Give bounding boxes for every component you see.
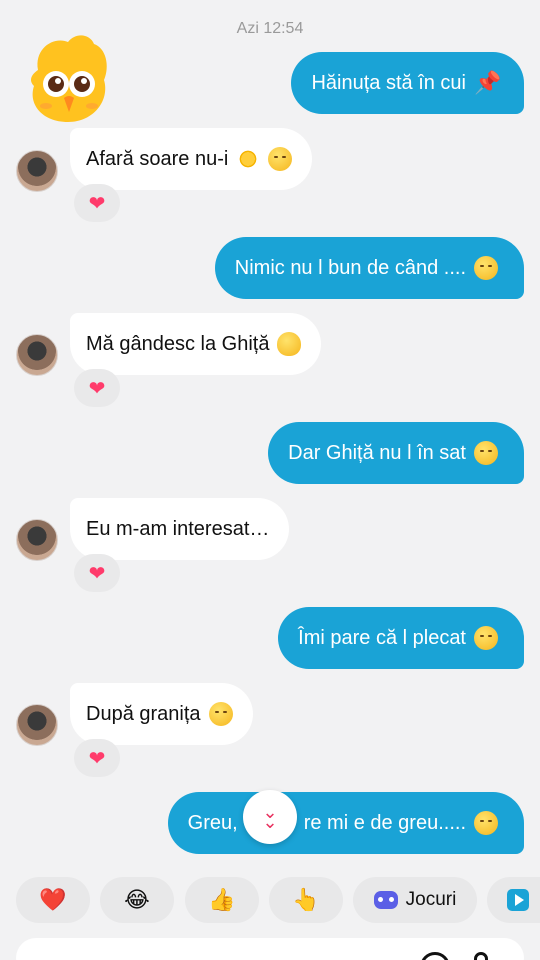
message-bubble-outgoing[interactable]: Nimic nu l bun de când .... xyxy=(214,237,524,299)
message-bubble-incoming[interactable]: După granița xyxy=(70,683,253,745)
message-text: Dar Ghiță nu l în sat xyxy=(288,441,466,464)
games-label: Jocuri xyxy=(405,889,457,910)
message-text: Îmi pare că l plecat xyxy=(298,626,466,649)
mic-icon[interactable] xyxy=(474,952,488,960)
pointing-up-icon: 👆 xyxy=(292,887,320,912)
heart-icon: ❤️ xyxy=(39,887,67,912)
message-bubble-outgoing[interactable]: Greu, re mi e de greu..... xyxy=(167,792,524,854)
message-text: După granița xyxy=(86,702,201,725)
avatar[interactable] xyxy=(16,150,58,192)
message-bubble-incoming[interactable]: Mă gândesc la Ghiță xyxy=(70,313,322,375)
message-bubble-outgoing[interactable]: Hăinuța stă în cui 📌 xyxy=(291,52,524,114)
quick-reply-heart[interactable]: ❤️ xyxy=(16,877,90,923)
heart-icon: ❤ xyxy=(88,747,106,770)
disappointed-face-icon xyxy=(208,702,233,726)
message-bubble-outgoing[interactable]: Îmi pare că l plecat xyxy=(278,607,524,669)
avatar[interactable] xyxy=(16,519,58,561)
heart-icon: ❤ xyxy=(88,562,106,585)
message-text: Greu, xyxy=(187,811,238,834)
quick-reply-pointing-up[interactable]: 👆 xyxy=(269,877,343,923)
sun-icon xyxy=(236,147,261,171)
hugging-face-icon xyxy=(277,332,302,356)
emoji-icon[interactable] xyxy=(420,952,450,960)
heart-reaction[interactable]: ❤ xyxy=(74,184,120,222)
heart-icon: ❤ xyxy=(88,377,106,400)
heart-reaction[interactable]: ❤ xyxy=(74,369,120,407)
laughing-face-icon: 😂 xyxy=(124,887,150,912)
message-text: Mă gândesc la Ghiță xyxy=(86,332,270,355)
scroll-to-bottom-button[interactable]: ⌄ ⌄ xyxy=(243,790,297,844)
quick-reply-laughing[interactable]: 😂 xyxy=(100,877,174,923)
heart-icon: ❤ xyxy=(88,192,106,215)
message-text: Nimic nu l bun de când .... xyxy=(234,256,466,279)
thumbs-up-icon: 👍 xyxy=(208,887,236,912)
message-text: Eu m-am interesat… xyxy=(86,517,270,540)
relieved-face-icon xyxy=(268,147,293,171)
pensive-face-icon xyxy=(474,811,498,835)
double-chevron-down-icon: ⌄ ⌄ xyxy=(262,802,278,832)
media-button[interactable] xyxy=(487,877,540,923)
message-text: Hăinuța stă în cui xyxy=(311,71,466,94)
heart-reaction[interactable]: ❤ xyxy=(74,739,120,777)
message-bubble-outgoing[interactable]: Dar Ghiță nu l în sat xyxy=(268,422,524,484)
unamused-face-icon xyxy=(474,441,498,465)
message-text: re mi e de greu..... xyxy=(303,811,466,834)
gamepad-icon xyxy=(373,891,398,909)
avatar[interactable] xyxy=(16,704,58,746)
pushpin-icon: 📌 xyxy=(474,70,502,95)
avatar[interactable] xyxy=(16,334,58,376)
message-text: Afară soare nu-i xyxy=(86,147,229,170)
play-icon xyxy=(507,889,529,911)
message-input-bar[interactable] xyxy=(16,938,524,960)
tired-face-icon xyxy=(474,256,498,280)
message-bubble-incoming[interactable]: Afară soare nu-i xyxy=(70,128,313,190)
pleading-face-icon xyxy=(474,626,498,650)
heart-reaction[interactable]: ❤ xyxy=(74,554,120,592)
chick-sticker-icon[interactable] xyxy=(24,30,112,126)
games-button[interactable]: Jocuri xyxy=(353,877,477,923)
quick-reply-thumbs-up[interactable]: 👍 xyxy=(185,877,259,923)
message-bubble-incoming[interactable]: Eu m-am interesat… xyxy=(70,498,290,560)
